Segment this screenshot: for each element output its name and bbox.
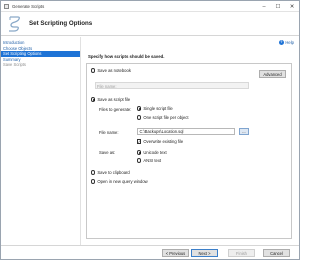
notebook-file-name-field [95, 82, 249, 89]
wizard-footer: < Previous Next > Finish Cancel [1, 245, 299, 259]
wizard-header: Set Scripting Options [1, 12, 299, 36]
overwrite-label: Overwrite existing file [143, 139, 184, 144]
ansi-text-option[interactable]: ANSI text [137, 158, 161, 163]
window-controls: – ☐ ✕ [257, 1, 299, 12]
files-to-generate-label: Files to generate: [99, 107, 132, 112]
nav-item-save-scripts: Save Scripts [3, 62, 26, 68]
main-content: ? Help Specify how scripts should be sav… [82, 37, 298, 245]
help-link[interactable]: ? Help [278, 40, 294, 45]
save-as-encoding-label: Save as: [99, 150, 116, 155]
single-script-file-label: Single script file [143, 106, 173, 111]
minimize-icon[interactable]: – [257, 1, 271, 12]
unicode-text-radio[interactable] [137, 150, 142, 155]
one-per-object-label: One script file per object [143, 115, 189, 120]
save-to-clipboard-label: Save to clipboard [97, 170, 130, 175]
single-script-file-radio[interactable] [137, 106, 142, 111]
notebook-file-name-text: File name: [97, 83, 117, 89]
advanced-button[interactable]: Advanced [259, 70, 286, 78]
save-as-script-file-label: Save as script file [97, 97, 131, 102]
one-per-object-radio[interactable] [137, 115, 142, 120]
open-in-query-window-option[interactable]: Open in new query window [91, 179, 148, 184]
previous-button[interactable]: < Previous [162, 249, 189, 257]
finish-button: Finish [228, 249, 255, 257]
script-file-name-label: File name: [99, 130, 119, 135]
save-to-clipboard-radio[interactable] [91, 170, 96, 175]
save-as-script-file-radio[interactable] [91, 97, 96, 102]
open-in-query-window-radio[interactable] [91, 179, 96, 184]
open-in-query-window-label: Open in new query window [97, 179, 148, 184]
save-as-notebook-option[interactable]: Save as notebook [91, 68, 131, 73]
generate-scripts-window: Generate Scripts – ☐ ✕ Set Scripting Opt… [0, 0, 300, 260]
wizard-steps-nav: Introduction Choose Objects Set Scriptin… [1, 37, 81, 245]
overwrite-checkbox[interactable]: ✓ [137, 139, 142, 144]
ansi-text-radio[interactable] [137, 158, 142, 163]
cancel-button[interactable]: Cancel [263, 249, 290, 257]
app-icon [4, 3, 9, 9]
ansi-text-label: ANSI text [143, 158, 162, 163]
script-file-name-input[interactable]: C:\Backups\Location.sql [137, 128, 235, 135]
next-button[interactable]: Next > [191, 249, 218, 257]
options-panel: Save as notebook Advanced File name: Fil… [86, 63, 292, 239]
help-icon: ? [278, 40, 284, 45]
save-as-notebook-radio[interactable] [91, 68, 96, 73]
overwrite-existing-file-option[interactable]: ✓ Overwrite existing file [137, 139, 183, 144]
page-title: Set Scripting Options [29, 20, 93, 27]
browse-button[interactable]: ... [239, 128, 249, 135]
save-as-notebook-label: Save as notebook [97, 68, 131, 73]
unicode-text-label: Unicode text [143, 150, 167, 155]
window-title: Generate Scripts [12, 3, 45, 9]
unicode-text-option[interactable]: Unicode text [137, 150, 167, 155]
title-bar: Generate Scripts – ☐ ✕ [1, 1, 299, 12]
save-as-script-file-option[interactable]: Save as script file [91, 97, 130, 102]
one-per-object-option[interactable]: One script file per object [137, 115, 189, 120]
single-script-file-option[interactable]: Single script file [137, 106, 173, 111]
script-wizard-icon [9, 15, 20, 32]
close-icon[interactable]: ✕ [285, 1, 299, 12]
section-title: Specify how scripts should be saved. [88, 54, 165, 59]
help-label: Help [285, 40, 294, 45]
save-to-clipboard-option[interactable]: Save to clipboard [91, 170, 130, 175]
maximize-icon[interactable]: ☐ [271, 1, 285, 12]
